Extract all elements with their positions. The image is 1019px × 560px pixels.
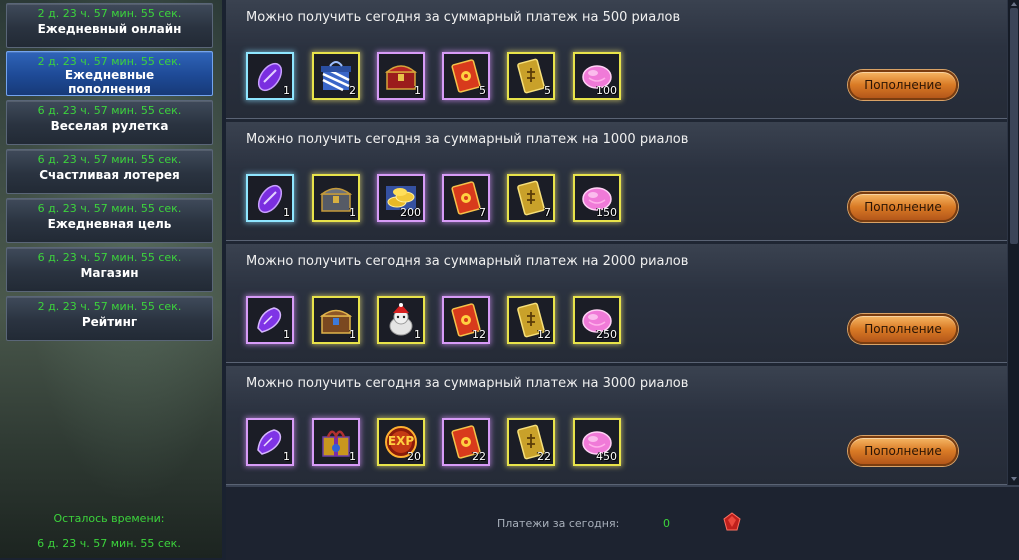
reward-item-slot[interactable]: 200 bbox=[377, 174, 425, 222]
reward-item-slot[interactable]: 7 bbox=[507, 174, 555, 222]
reward-item-slot[interactable]: EXP 20 bbox=[377, 418, 425, 466]
reward-item-count: 1 bbox=[283, 328, 290, 341]
reward-tier-row: Можно получить сегодня за суммарный плат… bbox=[226, 366, 1007, 485]
sidebar-item-daily-refills[interactable]: 2 д. 23 ч. 57 мин. 55 сек. Ежедневные по… bbox=[6, 51, 213, 96]
nav-timer: 2 д. 23 ч. 57 мин. 55 сек. bbox=[37, 300, 182, 313]
reward-tier-row: Можно получить сегодня за суммарный плат… bbox=[226, 122, 1007, 241]
refill-button[interactable]: Пополнение bbox=[848, 192, 958, 222]
scroll-thumb[interactable] bbox=[1010, 8, 1018, 244]
reward-item-count: 22 bbox=[537, 450, 551, 463]
reward-item-count: 1 bbox=[349, 450, 356, 463]
reward-item-slot[interactable]: 100 bbox=[573, 52, 621, 100]
reward-item-slot[interactable]: 1 bbox=[246, 174, 294, 222]
nav-timer: 6 д. 23 ч. 57 мин. 55 сек. bbox=[37, 202, 182, 215]
nav-timer: 2 д. 23 ч. 57 мин. 55 сек. bbox=[37, 7, 182, 20]
sidebar-item-daily-goal[interactable]: 6 д. 23 ч. 57 мин. 55 сек. Ежедневная це… bbox=[6, 198, 213, 243]
reward-item-count: 1 bbox=[349, 206, 356, 219]
reward-item-count: 12 bbox=[472, 328, 486, 341]
reward-item-count: 200 bbox=[400, 206, 421, 219]
nav-label: Магазин bbox=[80, 266, 139, 280]
reward-item-count: 5 bbox=[479, 84, 486, 97]
nav-timer: 6 д. 23 ч. 57 мин. 55 сек. bbox=[37, 251, 182, 264]
reward-item-slot[interactable]: 7 bbox=[442, 174, 490, 222]
payments-today-label: Платежи за сегодня: bbox=[497, 517, 620, 530]
nav-label: Ежедневная цель bbox=[47, 217, 172, 231]
reward-item-slot[interactable]: 5 bbox=[507, 52, 555, 100]
reward-item-slot[interactable]: 450 bbox=[573, 418, 621, 466]
reward-item-slot[interactable]: 150 bbox=[573, 174, 621, 222]
reward-item-count: 22 bbox=[472, 450, 486, 463]
reward-item-count: 100 bbox=[596, 84, 617, 97]
sidebar-item-daily-online[interactable]: 2 д. 23 ч. 57 мин. 55 сек. Ежедневный он… bbox=[6, 3, 213, 48]
remaining-time-label: Осталось времени: bbox=[53, 512, 165, 525]
reward-item-slot[interactable]: 12 bbox=[507, 296, 555, 344]
red-gem-icon bbox=[723, 512, 741, 531]
reward-item-count: 1 bbox=[414, 328, 421, 341]
nav-label: Счастливая лотерея bbox=[39, 168, 180, 182]
reward-item-slot[interactable]: 12 bbox=[442, 296, 490, 344]
sidebar-item-lucky-lottery[interactable]: 6 д. 23 ч. 57 мин. 55 сек. Счастливая ло… bbox=[6, 149, 213, 194]
reward-list: Можно получить сегодня за суммарный плат… bbox=[226, 0, 1007, 485]
nav-label: Ежедневные пополнения bbox=[64, 68, 155, 96]
reward-tier-title: Можно получить сегодня за суммарный плат… bbox=[246, 10, 681, 25]
reward-item-slot[interactable]: 1 bbox=[246, 418, 294, 466]
reward-item-count: 1 bbox=[349, 328, 356, 341]
reward-item-count: 1 bbox=[414, 84, 421, 97]
nav-label: Веселая рулетка bbox=[50, 119, 169, 133]
reward-item-slot[interactable]: 1 bbox=[246, 296, 294, 344]
sidebar-item-fun-roulette[interactable]: 6 д. 23 ч. 57 мин. 55 сек. Веселая рулет… bbox=[6, 100, 213, 145]
reward-item-count: 150 bbox=[596, 206, 617, 219]
reward-item-slot[interactable]: 1 bbox=[312, 296, 360, 344]
reward-item-slot[interactable]: 1 bbox=[312, 174, 360, 222]
reward-item-count: 450 bbox=[596, 450, 617, 463]
reward-item-count: 1 bbox=[283, 450, 290, 463]
reward-item-count: 2 bbox=[349, 84, 356, 97]
reward-tier-row: Можно получить сегодня за суммарный плат… bbox=[226, 0, 1007, 119]
payments-today-value: 0 bbox=[663, 517, 670, 530]
nav-timer: 6 д. 23 ч. 57 мин. 55 сек. bbox=[37, 104, 182, 117]
exp-label: EXP bbox=[387, 434, 415, 448]
reward-item-slot[interactable]: 1 bbox=[377, 52, 425, 100]
reward-item-count: 5 bbox=[544, 84, 551, 97]
refill-button[interactable]: Пополнение bbox=[848, 436, 958, 466]
footer: Платежи за сегодня: 0 bbox=[226, 485, 1019, 560]
scroll-up-icon[interactable] bbox=[1011, 2, 1017, 6]
reward-item-slot[interactable]: 1 bbox=[312, 418, 360, 466]
main-panel: Можно получить сегодня за суммарный плат… bbox=[226, 0, 1019, 560]
nav-label: Ежедневный онлайн bbox=[37, 22, 182, 36]
reward-tier-title: Можно получить сегодня за суммарный плат… bbox=[246, 132, 689, 147]
reward-item-count: 1 bbox=[283, 84, 290, 97]
remaining-time-value: 6 д. 23 ч. 57 мин. 55 сек. bbox=[37, 537, 181, 550]
reward-tier-row: Можно получить сегодня за суммарный плат… bbox=[226, 244, 1007, 363]
sidebar-item-rating[interactable]: 2 д. 23 ч. 57 мин. 55 сек. Рейтинг bbox=[6, 296, 213, 341]
reward-item-slot[interactable]: 5 bbox=[442, 52, 490, 100]
reward-item-count: 250 bbox=[596, 328, 617, 341]
nav-timer: 2 д. 23 ч. 57 мин. 55 сек. bbox=[37, 55, 182, 68]
reward-item-count: 7 bbox=[544, 206, 551, 219]
reward-item-slot[interactable]: 1 bbox=[246, 52, 294, 100]
refill-button[interactable]: Пополнение bbox=[848, 314, 958, 344]
reward-item-count: 7 bbox=[479, 206, 486, 219]
reward-item-count: 20 bbox=[407, 450, 421, 463]
reward-item-slot[interactable]: 22 bbox=[507, 418, 555, 466]
reward-item-slot[interactable]: 2 bbox=[312, 52, 360, 100]
reward-item-count: 1 bbox=[283, 206, 290, 219]
sidebar-item-shop[interactable]: 6 д. 23 ч. 57 мин. 55 сек. Магазин bbox=[6, 247, 213, 292]
reward-item-count: 12 bbox=[537, 328, 551, 341]
reward-tier-title: Можно получить сегодня за суммарный плат… bbox=[246, 254, 689, 269]
refill-button[interactable]: Пополнение bbox=[848, 70, 958, 100]
sidebar: 2 д. 23 ч. 57 мин. 55 сек. Ежедневный он… bbox=[0, 0, 222, 558]
nav-label: Рейтинг bbox=[81, 315, 138, 329]
reward-tier-title: Можно получить сегодня за суммарный плат… bbox=[246, 376, 689, 391]
reward-item-slot[interactable]: 1 bbox=[377, 296, 425, 344]
reward-item-slot[interactable]: 22 bbox=[442, 418, 490, 466]
reward-item-slot[interactable]: 250 bbox=[573, 296, 621, 344]
scrollbar[interactable] bbox=[1007, 0, 1019, 485]
nav-timer: 6 д. 23 ч. 57 мин. 55 сек. bbox=[37, 153, 182, 166]
scroll-down-icon[interactable] bbox=[1011, 477, 1017, 481]
